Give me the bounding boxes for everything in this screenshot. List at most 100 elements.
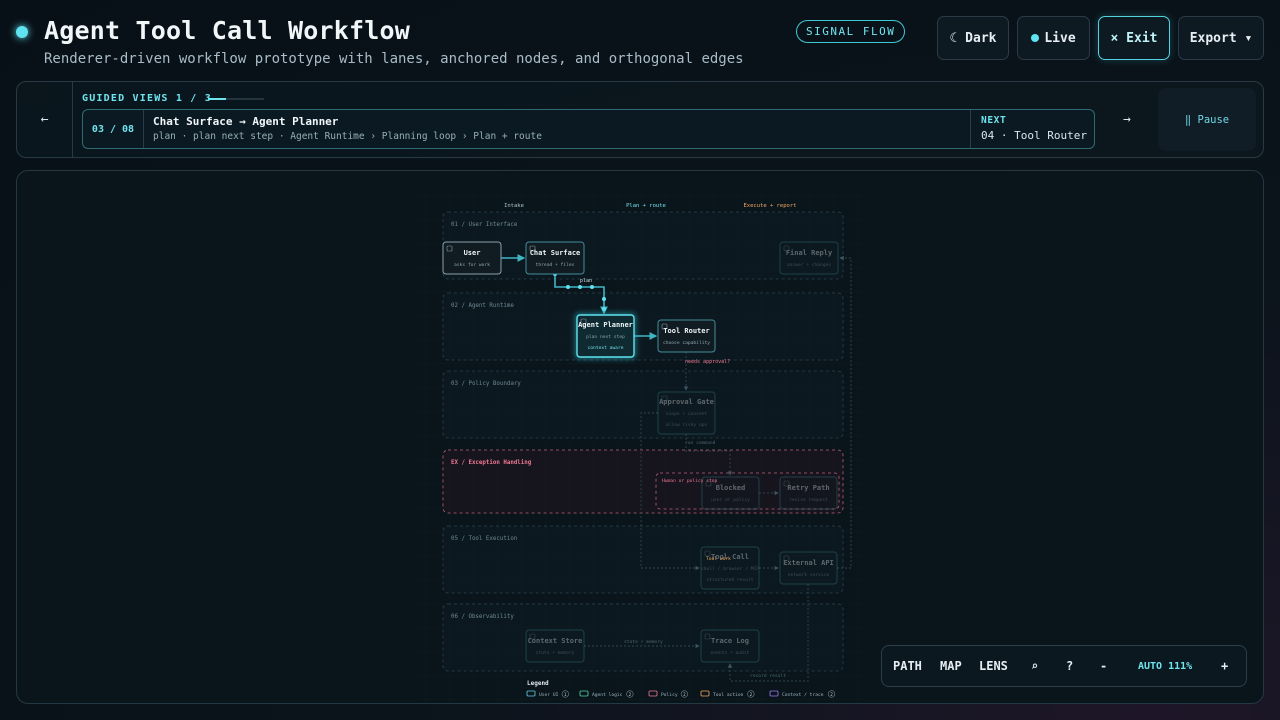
node-retry[interactable]: Retry Path revise request xyxy=(779,476,838,510)
node-title-trace: Trace Log xyxy=(711,637,749,645)
canvas-toolbar: PATH MAP LENS ⌕ ? - AUTO 111% + xyxy=(881,645,1247,687)
node-final[interactable]: Final Reply answer + changes xyxy=(779,241,839,275)
node-sub-planner: plan next step xyxy=(586,334,625,340)
page-title: Agent Tool Call Workflow xyxy=(44,16,411,45)
next-label: NEXT xyxy=(981,115,1007,126)
legend-label-4: Context / trace xyxy=(782,692,824,698)
edge-label-state: state + memory xyxy=(624,639,663,645)
lane-label-exception: EX / Exception Handling xyxy=(451,460,532,466)
node-title-blocked: Blocked xyxy=(716,484,746,492)
workflow-diagram: 01 / User Interface 02 / Agent Runtime 03 … xyxy=(417,191,863,703)
node-sub-router: choose capability xyxy=(663,340,710,346)
step-counter: 03 / 08 xyxy=(83,110,144,148)
dark-mode-button[interactable]: ☾ Dark xyxy=(937,16,1009,60)
lane-label-observe: 06 / Observability xyxy=(451,614,514,620)
node-title-retry: Retry Path xyxy=(787,484,829,492)
node-sub-approval: scope + consent xyxy=(666,411,708,417)
next-step-button[interactable]: → xyxy=(1123,112,1131,127)
arrow-left-icon: ← xyxy=(40,112,49,127)
node-planner[interactable]: Agent Planner plan next step context aware xyxy=(575,313,636,359)
node-sub-context: state + memory xyxy=(536,650,575,656)
lane-label-tools: 05 / Tool Execution xyxy=(451,536,517,542)
node-user[interactable]: User asks for work xyxy=(442,241,502,275)
export-label: Export ▾ xyxy=(1189,30,1253,46)
node-sub-retry: revise request xyxy=(789,497,828,503)
zoom-in-button[interactable]: + xyxy=(1221,646,1228,686)
step-detail: plan · plan next step · Agent Runtime › … xyxy=(153,131,542,142)
legend-title: Legend xyxy=(527,680,549,687)
node-context[interactable]: Context Store state + memory xyxy=(525,629,585,663)
column-header-1: Plan + route xyxy=(626,203,666,209)
guided-views-bar: ← GUIDED VIEWS 1 / 3 03 / 08 Chat Surfac… xyxy=(16,81,1264,158)
map-button[interactable]: MAP xyxy=(940,646,962,686)
step-transition: Chat Surface → Agent Planner xyxy=(153,115,339,128)
guided-views-label: GUIDED VIEWS 1 / 3 xyxy=(82,93,212,104)
node-approval[interactable]: Approval Gate scope + consent allow risky … xyxy=(657,391,716,435)
export-button[interactable]: Export ▾ xyxy=(1178,16,1264,60)
flow-dot-2 xyxy=(590,285,594,289)
live-dot-icon xyxy=(1031,34,1040,42)
node-title-approval: Approval Gate xyxy=(659,398,714,406)
flow-dot-3 xyxy=(602,297,606,301)
node-api[interactable]: External API network service xyxy=(779,551,838,585)
zoom-level[interactable]: AUTO 111% xyxy=(1138,646,1192,686)
edge-label-plan: plan xyxy=(580,278,592,284)
node-sub-api: network service xyxy=(788,572,830,578)
lane-label-runtime: 02 / Agent Runtime xyxy=(451,303,514,309)
path-button[interactable]: PATH xyxy=(893,646,922,686)
node-tag-approval: allow risky ops xyxy=(666,422,708,428)
live-button[interactable]: Live xyxy=(1017,16,1090,60)
node-tag-planner: context aware xyxy=(588,345,624,351)
arrow-right-icon: → xyxy=(1123,112,1131,127)
flow-dot-0 xyxy=(566,285,570,289)
column-header-0: Intake xyxy=(504,203,524,209)
signal-flow-badge[interactable]: SIGNAL FLOW xyxy=(796,20,906,43)
node-title-planner: Agent Planner xyxy=(578,321,633,329)
next-step-info: NEXT 04 · Tool Router xyxy=(970,110,1087,148)
zoom-out-button[interactable]: - xyxy=(1100,646,1107,686)
node-sub-trace: events + audit xyxy=(711,650,750,656)
edge-label-allowed: run command xyxy=(685,440,716,446)
column-header-2: Execute + report xyxy=(744,203,797,209)
node-sub-user: asks for work xyxy=(454,262,490,268)
legend-label-0: User UI xyxy=(539,692,559,698)
flow-dot-1 xyxy=(578,285,582,289)
node-tag-toolcall: structured result xyxy=(706,577,753,583)
node-title-chat: Chat Surface xyxy=(530,249,581,257)
current-step-card[interactable]: 03 / 08 Chat Surface → Agent Planner pla… xyxy=(82,109,1095,149)
node-chat[interactable]: Chat Surface thread + files xyxy=(525,241,585,275)
exit-button[interactable]: × Exit xyxy=(1098,16,1170,60)
legend-label-1: Agent logic xyxy=(592,692,623,698)
node-title-final: Final Reply xyxy=(786,249,833,257)
node-box-api xyxy=(779,551,838,585)
node-title-api: External API xyxy=(783,559,834,567)
search-icon[interactable]: ⌕ xyxy=(1031,646,1038,686)
flow-dot-4 xyxy=(602,307,606,311)
edge-label-tool-work: Tool work xyxy=(706,556,731,562)
node-sub-final: answer + changes xyxy=(787,262,831,268)
node-toolcall[interactable]: Tool Callshell / browser / MCPstructured… xyxy=(700,546,760,590)
workflow-canvas[interactable]: 01 / User Interface 02 / Agent Runtime 03 … xyxy=(16,170,1264,704)
node-title-router: Tool Router xyxy=(663,327,709,335)
node-trace[interactable]: Trace Log events + audit xyxy=(700,629,760,663)
lens-button[interactable]: LENS xyxy=(979,646,1008,686)
next-step-value: 04 · Tool Router xyxy=(981,129,1087,142)
pause-button[interactable]: ‖ Pause xyxy=(1158,88,1256,151)
help-button[interactable]: ? xyxy=(1066,646,1073,686)
node-title-context: Context Store xyxy=(528,637,583,645)
live-label: Live xyxy=(1044,30,1076,46)
previous-step-button[interactable]: ← xyxy=(17,82,73,157)
edge-label-human-stop: Human or policy stop xyxy=(662,478,718,484)
legend-label-3: Tool action xyxy=(713,692,744,698)
node-sub-toolcall: shell / browser / MCP xyxy=(701,566,759,572)
page-subtitle: Renderer-driven workflow prototype with … xyxy=(44,51,744,67)
edge-label-record: record result xyxy=(750,673,786,679)
edge-label-approval: needs approval? xyxy=(685,359,730,365)
node-box-router xyxy=(657,319,716,353)
guided-progress-bar xyxy=(208,98,264,100)
legend-label-2: Policy xyxy=(661,692,678,698)
node-router[interactable]: Tool Router choose capability xyxy=(657,319,716,353)
lane-label-ui: 01 / User Interface xyxy=(451,222,518,228)
node-sub-blocked: user or policy xyxy=(711,497,750,503)
guided-progress-fill xyxy=(208,98,227,100)
